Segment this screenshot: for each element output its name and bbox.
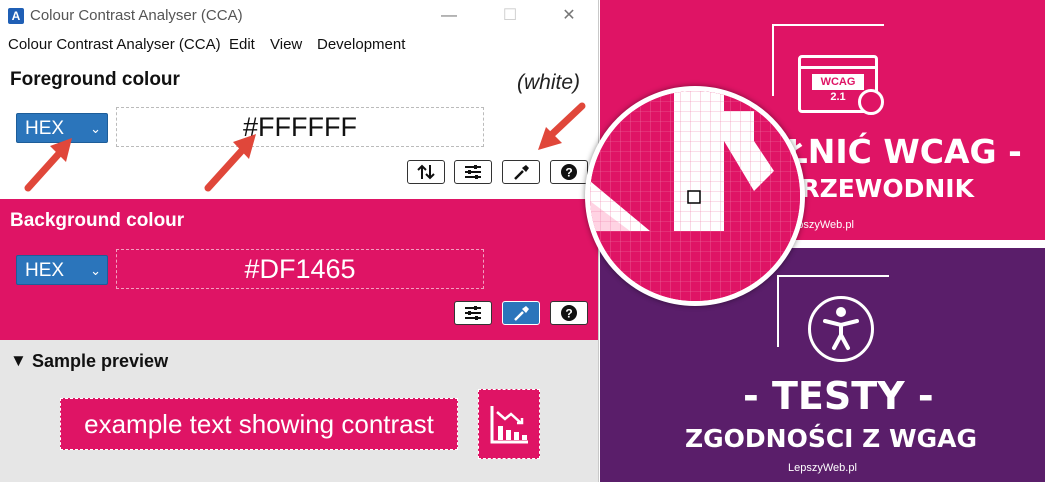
headline-bottom-2: ZGODNOŚCI Z WGAG: [685, 424, 977, 453]
background-panel: Background colour HEX ⌄ #DF1465 ?: [0, 199, 598, 340]
window-title: Colour Contrast Analyser (CCA): [30, 7, 243, 24]
svg-text:?: ?: [565, 307, 572, 321]
menu-item-edit[interactable]: Edit: [229, 36, 255, 53]
cca-window: A Colour Contrast Analyser (CCA) — ☐ ✕ C…: [0, 0, 599, 482]
foreground-picker-button[interactable]: [502, 160, 540, 184]
chart-icon: [490, 406, 528, 444]
menu-item-app[interactable]: Colour Contrast Analyser (CCA): [8, 36, 221, 53]
background-hex-input[interactable]: #DF1465: [116, 249, 484, 289]
annotation-arrow-icon: [24, 138, 72, 192]
menu-bar: Colour Contrast Analyser (CCA) Edit View…: [0, 34, 598, 56]
magnifier-loupe: [585, 86, 805, 306]
annotation-arrow-icon: [538, 102, 586, 150]
sliders-icon: [465, 165, 481, 179]
menu-item-view[interactable]: View: [270, 36, 302, 53]
chevron-down-icon: ⌄: [90, 121, 101, 136]
annotation-arrow-icon: [204, 134, 256, 192]
preview-title[interactable]: Sample preview: [32, 351, 168, 372]
sample-text-box: example text showing contrast: [60, 398, 458, 450]
svg-text:?: ?: [565, 166, 572, 180]
sample-icon-box: [478, 389, 540, 459]
headline-top-2: PRZEWODNIK: [782, 174, 974, 203]
app-icon: A: [8, 8, 24, 24]
accessibility-icon: [808, 296, 874, 362]
close-button[interactable]: ✕: [552, 4, 586, 28]
chevron-down-icon: ⌄: [90, 263, 101, 278]
minimize-button[interactable]: —: [432, 4, 466, 28]
eyedropper-icon: [514, 165, 529, 180]
swap-colours-button[interactable]: [407, 160, 445, 184]
maximize-button[interactable]: ☐: [493, 4, 527, 28]
site-label-bottom: LepszyWeb.pl: [788, 462, 857, 474]
swap-icon: [417, 164, 435, 180]
headline-bottom-1: - TESTY -: [743, 374, 934, 418]
wcag-badge: WCAG: [812, 74, 864, 90]
background-format-select[interactable]: HEX ⌄: [16, 255, 108, 285]
foreground-colour-name: (white): [517, 71, 581, 94]
foreground-help-button[interactable]: ?: [550, 160, 588, 184]
menu-item-development[interactable]: Development: [317, 36, 405, 53]
background-picker-button[interactable]: [502, 301, 540, 325]
background-help-button[interactable]: ?: [550, 301, 588, 325]
help-icon: ?: [561, 305, 577, 321]
foreground-title: Foreground colour: [10, 69, 180, 90]
background-title: Background colour: [10, 210, 185, 231]
sliders-icon: [465, 306, 481, 320]
headline-top-1: EŁNIĆ WCAG -: [764, 132, 1022, 171]
check-icon: [858, 89, 884, 115]
background-format-value: HEX: [25, 260, 65, 281]
eyedropper-icon: [514, 306, 529, 321]
help-icon: ?: [561, 164, 577, 180]
background-adjust-button[interactable]: [454, 301, 492, 325]
foreground-panel: Foreground colour (white) HEX ⌄ #FFFFFF …: [0, 60, 598, 199]
preview-toggle-icon[interactable]: ▼: [10, 351, 27, 371]
title-bar: A Colour Contrast Analyser (CCA) — ☐ ✕: [0, 0, 598, 32]
foreground-adjust-button[interactable]: [454, 160, 492, 184]
foreground-hex-input[interactable]: #FFFFFF: [116, 107, 484, 147]
